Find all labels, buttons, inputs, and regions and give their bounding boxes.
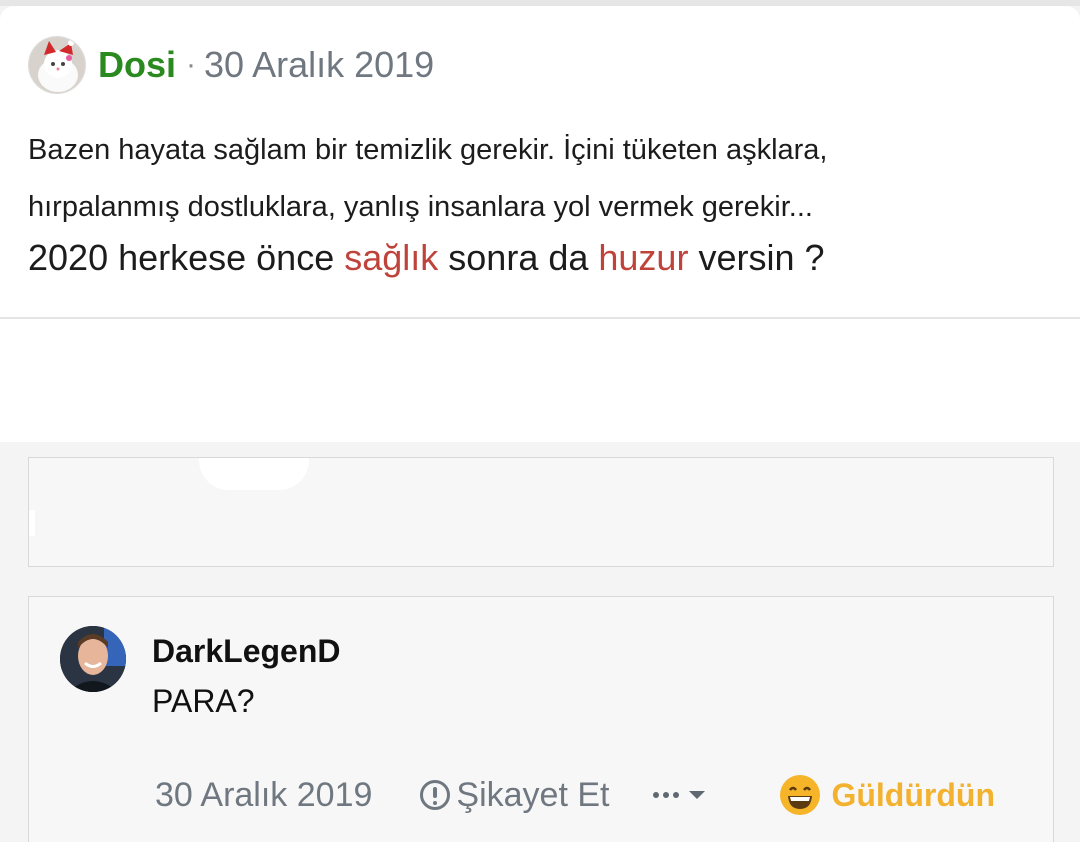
post-text-line-3: 2020 herkese önce sağlık sonra da huzur …	[28, 236, 1058, 280]
chevron-down-icon	[689, 791, 706, 799]
author-avatar[interactable]	[28, 36, 86, 94]
post-body: Bazen hayata sağlam bir temizlik gerekir…	[28, 130, 1058, 280]
reaction-label: Güldürdün	[831, 776, 995, 813]
ad-blank-edge	[29, 510, 35, 536]
separator: ·	[186, 48, 197, 81]
post-card: Dosi · 30 Aralık 2019 Bazen hayata sağla…	[0, 6, 1080, 317]
blank-area	[0, 319, 1080, 442]
ad-placeholder	[28, 457, 1054, 567]
commenter-avatar[interactable]	[60, 626, 126, 692]
line3-part2: sonra da	[438, 237, 599, 278]
reaction-button[interactable]: Güldürdün	[779, 774, 995, 816]
more-menu-button[interactable]	[653, 791, 706, 799]
line3-part3: versin ?	[688, 237, 825, 278]
cat-avatar-icon	[29, 37, 85, 93]
report-button[interactable]: Şikayet Et	[420, 776, 609, 815]
user-avatar-icon	[60, 626, 126, 692]
highlight-saglik: sağlık	[344, 237, 439, 278]
comment-footer: 30 Aralık 2019 Şikayet Et Güldürdün	[155, 773, 995, 817]
post-date[interactable]: 30 Aralık 2019	[204, 44, 434, 86]
post-text-line-1: Bazen hayata sağlam bir temizlik gerekir…	[28, 134, 828, 166]
comment-text: PARA?	[152, 683, 255, 719]
post-header: Dosi · 30 Aralık 2019	[28, 34, 434, 96]
comment-author[interactable]: DarkLegenD	[152, 633, 341, 670]
post-author[interactable]: Dosi	[98, 44, 176, 86]
more-dots-icon	[653, 792, 680, 798]
comment-card: DarkLegenD PARA? 30 Aralık 2019 Şikayet …	[28, 596, 1054, 842]
post-text-line-2: hırpalanmış dostluklara, yanlış insanlar…	[28, 191, 813, 223]
comment-date[interactable]: 30 Aralık 2019	[155, 776, 372, 815]
highlight-huzur: huzur	[598, 237, 689, 278]
report-label: Şikayet Et	[456, 775, 610, 814]
line3-part1: 2020 herkese önce	[28, 237, 345, 278]
ad-blank-shape	[199, 458, 309, 490]
grinning-face-icon	[780, 775, 821, 815]
exclamation-circle-icon	[420, 780, 451, 810]
